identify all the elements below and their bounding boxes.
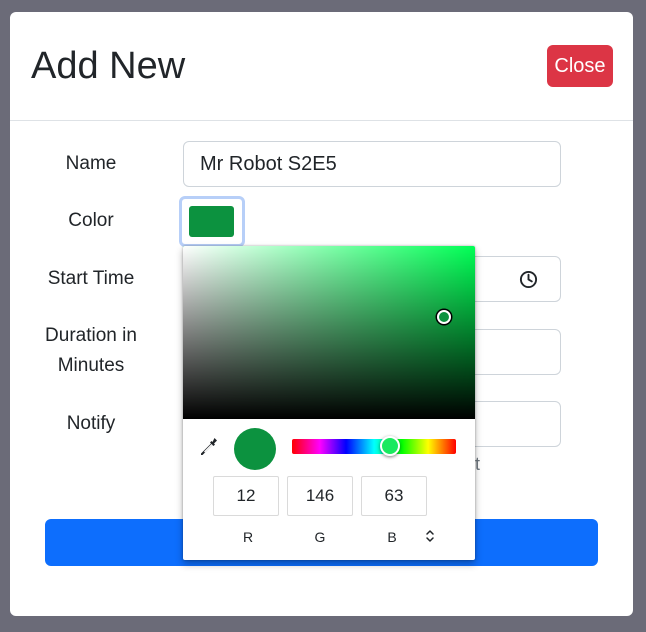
green-input[interactable]: 146 <box>287 476 353 516</box>
modal-header: Add New Close <box>10 12 633 121</box>
color-label: Color <box>68 210 114 231</box>
color-swatch <box>189 206 234 237</box>
clock-icon[interactable] <box>519 270 538 289</box>
duration-label-line2: Minutes <box>57 355 125 376</box>
green-label: G <box>314 529 326 545</box>
saturation-field[interactable] <box>183 246 475 419</box>
hue-slider-handle[interactable] <box>380 436 400 456</box>
notify-helper-text: t <box>475 454 481 474</box>
color-preview <box>234 428 276 470</box>
eyedropper-icon[interactable] <box>199 436 219 458</box>
blue-input[interactable]: 63 <box>361 476 427 516</box>
duration-label-line1: Duration in <box>45 325 137 346</box>
start-time-label: Start Time <box>47 268 135 289</box>
notify-label: Notify <box>66 413 116 434</box>
hue-slider[interactable] <box>292 439 456 454</box>
close-button[interactable]: Close <box>547 45 613 87</box>
red-input[interactable]: 12 <box>213 476 279 516</box>
saturation-handle[interactable] <box>437 310 451 324</box>
color-picker-popover: 12 146 63 R G B <box>183 246 475 560</box>
modal-title: Add New <box>31 45 186 87</box>
name-label: Name <box>65 153 117 174</box>
chevron-up-down-icon[interactable] <box>424 528 436 544</box>
color-input[interactable] <box>179 196 245 247</box>
name-input[interactable]: Mr Robot S2E5 <box>183 141 561 187</box>
red-label: R <box>242 529 254 545</box>
blue-label: B <box>387 529 397 545</box>
